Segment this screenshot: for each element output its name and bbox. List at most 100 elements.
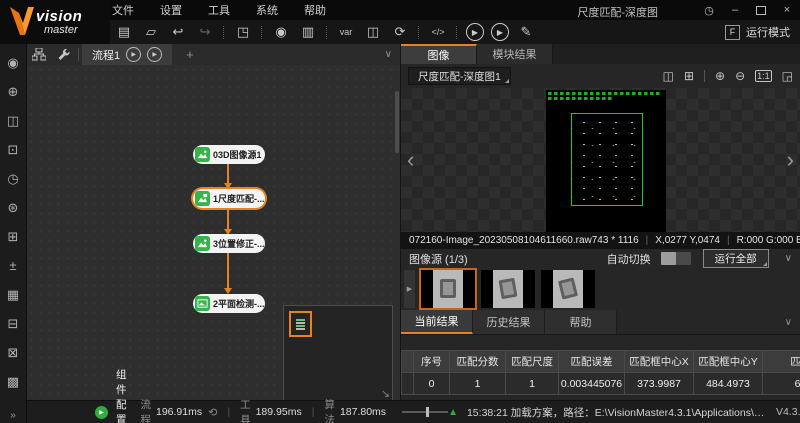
fit-view-icon[interactable]: ◲ xyxy=(782,69,793,83)
table-row[interactable]: 0 1 1 0.003445076 373.9987 484.4973 657.… xyxy=(401,373,800,395)
undo-icon[interactable]: ↩ xyxy=(168,23,188,41)
thumbnail-2[interactable] xyxy=(481,270,535,308)
tab-history-result[interactable]: 历史结果 xyxy=(473,310,545,334)
flow-settings-wrench-icon[interactable] xyxy=(51,44,75,65)
auto-switch-toggle[interactable] xyxy=(661,252,691,265)
visionmaster-window: 文件 设置 工具 系统 帮助 尺度匹配-深度图 ◷ – × vision mas… xyxy=(0,0,800,423)
variable-icon[interactable]: var xyxy=(336,23,356,41)
deep-learning-icon[interactable]: ◷ xyxy=(0,164,26,193)
menu-help[interactable]: 帮助 xyxy=(304,2,326,18)
flow-list-chevron-icon[interactable]: ∨ xyxy=(385,49,392,60)
menu-tools[interactable]: 工具 xyxy=(208,2,230,18)
zoom-out-icon[interactable]: ⊖ xyxy=(735,69,745,83)
menu-system[interactable]: 系统 xyxy=(256,2,278,18)
cell-match-center-x: 373.9987 xyxy=(625,373,694,395)
result-tabs-chevron-icon[interactable]: ∨ xyxy=(785,317,792,328)
node-plane-detect-icon xyxy=(195,296,210,311)
cell-match-center-y: 484.4973 xyxy=(694,373,763,395)
close-button[interactable]: × xyxy=(774,0,800,20)
tab-image[interactable]: 图像 xyxy=(401,44,477,64)
color-processing-icon[interactable]: ⊠ xyxy=(0,338,26,367)
menu-file[interactable]: 文件 xyxy=(112,2,134,18)
tab-help[interactable]: 帮助 xyxy=(545,310,617,334)
log-level-icon: ▲ xyxy=(448,407,458,418)
acquisition-icon[interactable]: ◉ xyxy=(0,48,26,77)
flow-connector xyxy=(227,253,229,288)
performance-gauge-icon[interactable]: ◷ xyxy=(696,0,722,20)
speed-slider[interactable] xyxy=(402,411,448,413)
calibration-icon[interactable]: ⊛ xyxy=(0,193,26,222)
slider-handle[interactable] xyxy=(426,407,429,417)
time-history-icon[interactable]: ⟲ xyxy=(208,406,217,419)
run-continuous-icon[interactable]: ▶ xyxy=(491,23,509,41)
redo-icon[interactable]: ↪ xyxy=(195,23,215,41)
thumbnail-3[interactable] xyxy=(541,270,595,308)
toolbar-separator xyxy=(418,26,420,39)
flow-vertical-scrollbar[interactable] xyxy=(395,91,399,153)
flow-time-value: 196.91ms xyxy=(156,406,202,418)
script-code-icon[interactable]: </> xyxy=(428,23,448,41)
restore-button[interactable] xyxy=(748,0,774,20)
camera-icon[interactable]: ◉ xyxy=(271,23,291,41)
rail-expand-icon[interactable]: » xyxy=(0,410,26,421)
one-to-one-icon[interactable]: 1:1 xyxy=(755,70,772,82)
flow-run-loop-icon[interactable]: ▶ xyxy=(147,47,162,62)
run-all-button[interactable]: 运行全部 xyxy=(703,249,769,268)
open-folder-icon[interactable]: ▱ xyxy=(141,23,161,41)
zoom-in-icon[interactable]: ⊕ xyxy=(715,69,725,83)
overlay-text-line xyxy=(548,97,614,100)
page-flip-icon[interactable]: ◫ xyxy=(363,23,383,41)
run-once-icon[interactable]: ▶ xyxy=(466,23,484,41)
flow-minimap[interactable]: ↘ xyxy=(283,305,393,401)
edit-scheme-icon[interactable]: ✎ xyxy=(516,23,536,41)
flow-run-once-icon[interactable]: ▶ xyxy=(126,47,141,62)
flow-node-scale-match[interactable]: 1尺度匹配-... xyxy=(193,189,265,208)
dual-view-icon[interactable]: ◫ xyxy=(663,69,674,83)
table-header-row: 序号 匹配分数 匹配尺度 匹配误差 匹配框中心X 匹配框中心Y 匹配框宽度 xyxy=(401,350,800,373)
logic-tools-icon[interactable]: ± xyxy=(0,251,26,280)
image-info-bar: 072160-Image_20230508104611660.raw 743 *… xyxy=(401,232,800,249)
tab-current-result[interactable]: 当前结果 xyxy=(401,310,473,334)
flow-tab[interactable]: 流程1 ▶ ▶ xyxy=(82,44,172,65)
overlay-text-line xyxy=(548,92,661,95)
location-icon[interactable]: ⊕ xyxy=(0,77,26,106)
defect-detection-icon[interactable]: ⊟ xyxy=(0,309,26,338)
cell-match-scale: 1 xyxy=(506,373,559,395)
tab-module-result[interactable]: 模块结果 xyxy=(477,44,553,64)
run-mode-button[interactable]: F 运行模式 xyxy=(725,24,790,40)
communication-icon[interactable]: ▩ xyxy=(0,367,26,396)
tool-category-rail: ◉ ⊕ ◫ ⊡ ◷ ⊛ ⊞ ± ▦ ⊟ ⊠ ▩ » xyxy=(0,44,27,423)
alignment-icon[interactable]: ⊞ xyxy=(0,222,26,251)
thumbnail-1[interactable] xyxy=(421,270,475,308)
minimap-resize-icon[interactable]: ↘ xyxy=(381,387,390,400)
menu-settings[interactable]: 设置 xyxy=(160,2,182,18)
thumbnail-expand-icon[interactable]: ▶ xyxy=(404,270,415,308)
flow-connector xyxy=(227,164,229,183)
recognition-icon[interactable]: ⊡ xyxy=(0,135,26,164)
flow-node-position-fix[interactable]: 3位置修正-... xyxy=(193,234,265,253)
sync-icon[interactable]: ⟳ xyxy=(390,23,410,41)
add-flow-button[interactable]: + xyxy=(186,47,194,62)
flow-header-separator xyxy=(78,48,79,61)
flow-hierarchy-icon[interactable] xyxy=(27,44,51,65)
measurement-icon[interactable]: ◫ xyxy=(0,106,26,135)
save-icon[interactable]: ▤ xyxy=(114,23,134,41)
next-image-icon[interactable]: › xyxy=(787,150,794,170)
main-toolbar: ▤ ▱ ↩ ↪ ◳ ◉ ▥ var ◫ ⟳ </> ▶ ▶ ✎ F 运行模式 xyxy=(0,20,800,44)
column-config-icon[interactable]: ▥ xyxy=(298,23,318,41)
auto-switch-label: 自动切换 xyxy=(607,251,651,267)
flow-node-plane-detect[interactable]: 2平面检测-... xyxy=(193,294,265,313)
quad-view-icon[interactable]: ⊞ xyxy=(684,69,694,83)
collapse-chevron-icon[interactable]: ∨ xyxy=(785,253,792,264)
capture-window-icon[interactable]: ◳ xyxy=(233,23,253,41)
image-source-select[interactable]: 尺度匹配-深度图1 xyxy=(408,67,511,85)
node-position-fix-icon xyxy=(195,236,210,251)
cursor-coords: X,0277 Y,0474 xyxy=(655,235,720,246)
log-message: 15:38:21 加载方案，路径：E:\VisionMaster4.3.1\Ap… xyxy=(467,405,767,420)
result-tabs: 当前结果 历史结果 帮助 ∨ xyxy=(401,310,800,335)
image-processing-icon[interactable]: ▦ xyxy=(0,280,26,309)
node-scale-match-icon xyxy=(195,191,210,206)
minimize-button[interactable]: – xyxy=(722,0,748,20)
prev-image-icon[interactable]: ‹ xyxy=(407,150,414,170)
flow-node-image-source[interactable]: 03D图像源1 xyxy=(193,145,265,164)
